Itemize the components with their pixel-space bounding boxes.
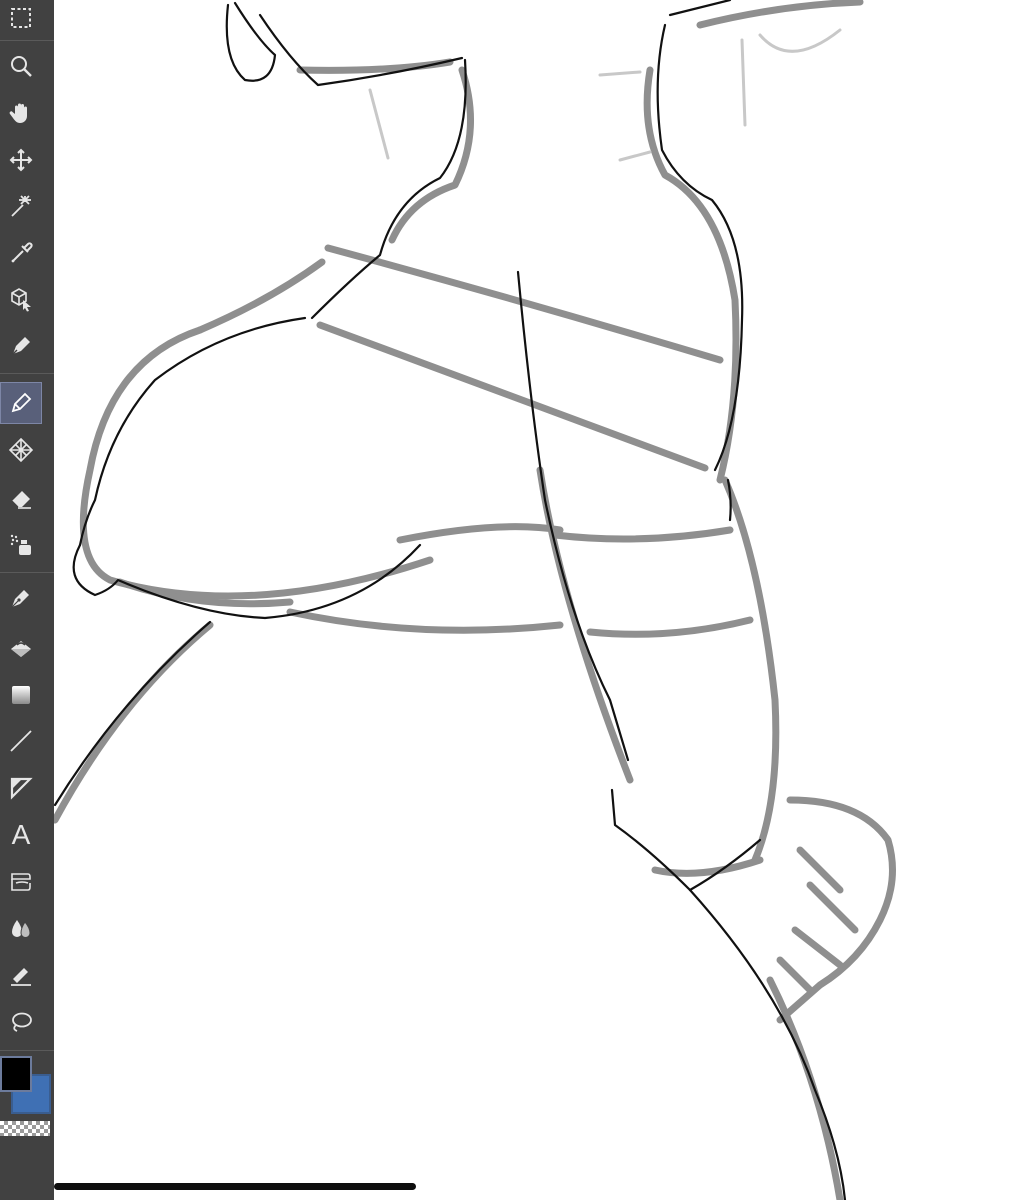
object-tool[interactable] bbox=[0, 278, 42, 320]
3d-object-icon bbox=[11, 288, 31, 312]
auto-select-tool[interactable] bbox=[0, 185, 42, 227]
text-tool-icon: A bbox=[11, 819, 31, 850]
pencil-tool[interactable] bbox=[0, 382, 42, 424]
airbrush-tool[interactable] bbox=[0, 524, 42, 566]
frame-border-tool[interactable] bbox=[0, 767, 42, 809]
marquee-selection-tool[interactable] bbox=[0, 0, 42, 39]
move-tool[interactable] bbox=[0, 139, 42, 181]
blend-icon bbox=[12, 920, 31, 938]
eraser-tool[interactable] bbox=[0, 477, 42, 519]
eyedropper-tool[interactable] bbox=[0, 232, 42, 274]
lasso-tool[interactable] bbox=[0, 1001, 42, 1043]
hand-icon bbox=[9, 103, 27, 123]
correct-line-tool[interactable] bbox=[0, 954, 42, 996]
gradient-icon bbox=[12, 686, 30, 704]
frame-icon bbox=[10, 777, 33, 800]
line-icon bbox=[10, 730, 32, 752]
pen-icon bbox=[12, 337, 30, 355]
correct-line-icon bbox=[11, 968, 31, 986]
drawing-canvas[interactable] bbox=[54, 0, 1027, 1200]
balloon-icon bbox=[11, 873, 31, 891]
eyedropper-icon bbox=[11, 242, 33, 263]
home-indicator bbox=[54, 1183, 416, 1190]
zoom-icon bbox=[11, 56, 32, 77]
text-tool[interactable]: A bbox=[0, 814, 42, 856]
move-icon bbox=[9, 148, 33, 172]
magic-wand-icon bbox=[11, 195, 31, 217]
lasso-icon bbox=[12, 1012, 32, 1032]
airbrush-icon bbox=[10, 534, 31, 555]
tool-palette: A bbox=[0, 0, 54, 1200]
zoom-tool[interactable] bbox=[0, 45, 42, 87]
fill-tool[interactable] bbox=[0, 628, 42, 670]
line-tool[interactable] bbox=[0, 720, 42, 762]
hand-tool[interactable] bbox=[0, 92, 42, 134]
main-color-swatch[interactable] bbox=[0, 1056, 32, 1092]
eraser-icon bbox=[11, 491, 31, 509]
gradient-tool[interactable] bbox=[0, 674, 42, 716]
sketch-drawing bbox=[54, 0, 896, 1200]
transparent-color-swatch[interactable] bbox=[0, 1121, 50, 1136]
vector-pen-icon bbox=[11, 590, 29, 608]
marquee-selection-icon bbox=[11, 8, 31, 28]
pencil-icon bbox=[11, 392, 32, 413]
blend-tool[interactable] bbox=[0, 907, 42, 949]
balloon-tool[interactable] bbox=[0, 860, 42, 902]
vector-pen-tool[interactable] bbox=[0, 577, 42, 619]
decoration-tool[interactable] bbox=[0, 429, 42, 471]
pen-tool[interactable] bbox=[0, 325, 42, 367]
fill-icon bbox=[11, 641, 31, 657]
pattern-brush-icon bbox=[8, 437, 34, 463]
